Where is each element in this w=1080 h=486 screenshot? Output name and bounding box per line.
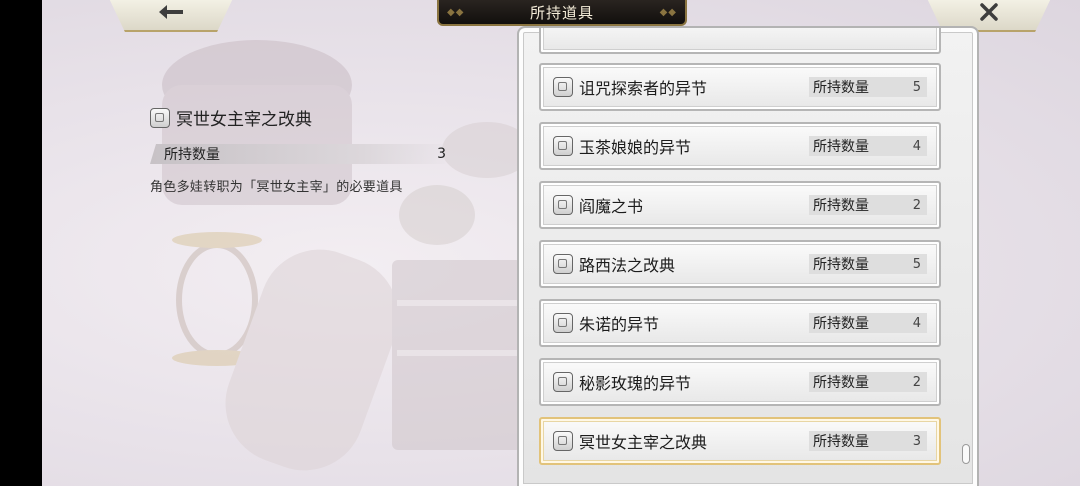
item-quantity: 所持数量 2 — [809, 195, 927, 215]
quantity-value: 2 — [912, 197, 921, 213]
quantity-value: 4 — [912, 138, 921, 154]
close-icon — [980, 3, 998, 21]
book-icon — [553, 254, 573, 274]
scrollbar-thumb[interactable] — [962, 444, 970, 464]
item-name: 冥世女主宰之改典 — [579, 433, 708, 452]
book-icon — [553, 77, 573, 97]
game-screen: ◆◆ 所持道具 ◆◆ 冥世女主宰之改典 所持数量 3 角色多娃转职为「冥世女主宰… — [42, 0, 1080, 486]
item-name: 路西法之改典 — [579, 256, 676, 275]
item-quantity: 所持数量 3 — [809, 431, 927, 451]
quantity-label: 所持数量 — [813, 198, 869, 214]
item-list-panel[interactable]: 诅咒探索者的异节 所持数量 5 玉茶娘娘的异节 所持数量 4 阎魔之书 所持数量… — [517, 26, 979, 486]
item-detail-header: 冥世女主宰之改典 — [150, 105, 454, 130]
quantity-label: 所持数量 — [813, 434, 869, 450]
item-description: 角色多娃转职为「冥世女主宰」的必要道具 — [150, 180, 403, 195]
item-quantity: 所持数量 5 — [809, 77, 927, 97]
quantity-label: 所持数量 — [813, 257, 869, 273]
book-icon — [553, 431, 573, 451]
page-title: 所持道具 — [529, 3, 594, 22]
quantity-value: 3 — [912, 433, 921, 449]
item-detail-name: 冥世女主宰之改典 — [176, 110, 312, 130]
scrollbar[interactable] — [962, 42, 970, 472]
list-item[interactable]: 秘影玫瑰的异节 所持数量 2 — [539, 358, 941, 406]
item-detail-quantity: 所持数量 3 — [150, 144, 454, 164]
quantity-value: 5 — [912, 256, 921, 272]
ornament-right: ◆◆ — [659, 7, 677, 18]
item-quantity: 所持数量 4 — [809, 313, 927, 333]
book-icon — [150, 107, 170, 128]
quantity-value: 5 — [912, 79, 921, 95]
item-name: 玉茶娘娘的异节 — [579, 138, 692, 157]
item-name: 秘影玫瑰的异节 — [579, 374, 692, 393]
quantity-label: 所持数量 — [813, 375, 869, 391]
book-icon — [553, 372, 573, 392]
item-quantity: 所持数量 4 — [809, 136, 927, 156]
item-quantity: 所持数量 2 — [809, 372, 927, 392]
book-icon — [553, 313, 573, 333]
quantity-value: 2 — [912, 374, 921, 390]
list-item-selected[interactable]: 冥世女主宰之改典 所持数量 3 — [539, 417, 941, 465]
list-item[interactable]: 阎魔之书 所持数量 2 — [539, 181, 941, 229]
arrow-left-icon — [159, 5, 183, 19]
item-detail-panel: 冥世女主宰之改典 所持数量 3 角色多娃转职为「冥世女主宰」的必要道具 — [150, 105, 454, 195]
quantity-label: 所持数量 — [164, 147, 220, 163]
ornament-left: ◆◆ — [447, 7, 465, 18]
list-item-partial[interactable] — [539, 28, 941, 54]
item-name: 阎魔之书 — [579, 197, 644, 216]
quantity-value: 3 — [437, 146, 446, 162]
item-quantity: 所持数量 5 — [809, 254, 927, 274]
item-name: 诅咒探索者的异节 — [579, 79, 708, 98]
item-name: 朱诺的异节 — [579, 315, 660, 334]
book-icon — [553, 195, 573, 215]
quantity-label: 所持数量 — [813, 80, 869, 96]
page-title-bar: ◆◆ 所持道具 ◆◆ — [437, 0, 687, 26]
quantity-value: 4 — [912, 315, 921, 331]
book-icon — [553, 136, 573, 156]
back-button[interactable] — [107, 0, 235, 32]
list-item[interactable]: 朱诺的异节 所持数量 4 — [539, 299, 941, 347]
quantity-label: 所持数量 — [813, 139, 869, 155]
list-item[interactable]: 诅咒探索者的异节 所持数量 5 — [539, 63, 941, 111]
list-item[interactable]: 玉茶娘娘的异节 所持数量 4 — [539, 122, 941, 170]
quantity-label: 所持数量 — [813, 316, 869, 332]
list-item[interactable]: 路西法之改典 所持数量 5 — [539, 240, 941, 288]
